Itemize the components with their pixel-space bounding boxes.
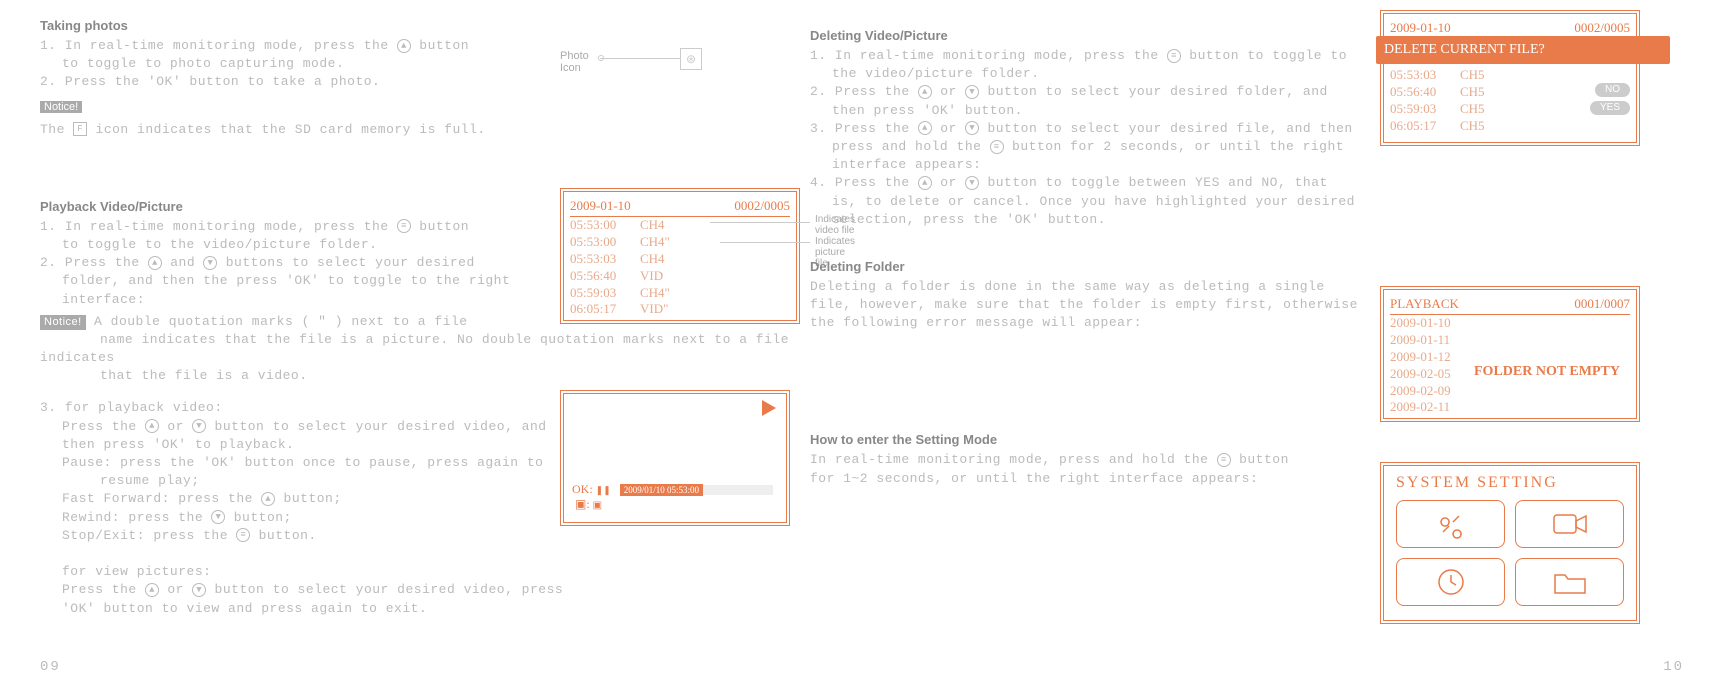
right-page: Deleting Video/Picture 1. In real-time m… (810, 10, 1370, 488)
page-number-left: 09 (40, 659, 61, 675)
folder-row: 2009-01-10 (1390, 315, 1630, 332)
setting-mode-title: How to enter the Setting Mode (810, 432, 1370, 447)
deleting-folder-text: Deleting a folder is done in the same wa… (810, 278, 1370, 333)
file-row: 05:56:40VID (570, 268, 790, 285)
menu-icon: ≡ (1167, 49, 1181, 63)
sd-full-notice: The F icon indicates that the SD card me… (40, 121, 800, 139)
player-timestamp: 2009/01/10 05:53:00 (620, 484, 703, 496)
menu-icon: ≡ (236, 528, 250, 542)
deleting-folder-title: Deleting Folder (810, 259, 1370, 274)
file-row: 05:53:03CH5 (1390, 67, 1630, 84)
yes-button[interactable]: YES (1590, 101, 1630, 115)
screen-counter: 0002/0005 (1574, 20, 1630, 36)
progress-track (703, 485, 773, 495)
stop-icon: ▣ (593, 500, 602, 511)
taking-photos-title: Taking photos (40, 18, 800, 33)
photo-icon-label: PhotoIcon (560, 50, 589, 74)
screen-date: 2009-01-10 (1390, 20, 1451, 36)
folder-icon[interactable] (1515, 558, 1624, 606)
f-icon: F (73, 122, 87, 136)
folder-row: 2009-01-11 (1390, 332, 1630, 349)
playback-file-list-screen: 2009-01-10 0002/0005 05:53:00CH4 05:53:0… (560, 188, 800, 324)
up-icon: ▲ (918, 121, 932, 135)
down-icon: ▼ (965, 85, 979, 99)
menu-icon: ≡ (397, 219, 411, 233)
photo-icon-leader (600, 58, 680, 59)
folder-not-empty-error: FOLDER NOT EMPTY (1474, 364, 1620, 380)
deleting-step2: 2. Press the ▲ or ▼ button to select you… (810, 83, 1370, 119)
delete-confirm-screen: 2009-01-10 0002/0005 05:53:03CH5 05:56:4… (1380, 10, 1640, 146)
clock-icon[interactable] (1396, 558, 1505, 606)
down-icon: ▼ (965, 176, 979, 190)
up-icon: ▲ (397, 39, 411, 53)
system-setting-screen: SYSTEM SETTING (1380, 462, 1640, 624)
down-icon: ▼ (192, 583, 206, 597)
camera-icon[interactable] (1515, 500, 1624, 548)
down-icon: ▼ (965, 121, 979, 135)
up-icon: ▲ (145, 583, 159, 597)
setting-mode-text: In real-time monitoring mode, press and … (810, 451, 1370, 487)
deleting-step4: 4. Press the ▲ or ▼ button to toggle bet… (810, 174, 1370, 229)
tools-icon[interactable] (1396, 500, 1505, 548)
camera-icon: ⊛ (680, 48, 702, 70)
page-number-right: 10 (1663, 659, 1684, 675)
file-row: 05:53:03CH4 (570, 251, 790, 268)
up-icon: ▲ (918, 85, 932, 99)
callout-line (710, 222, 810, 223)
no-button[interactable]: NO (1595, 83, 1630, 97)
screen-date: 2009-01-10 (570, 198, 631, 214)
delete-banner: DELETE CURRENT FILE? (1376, 36, 1670, 64)
system-setting-title: SYSTEM SETTING (1396, 474, 1624, 492)
notice-badge: Notice! (40, 315, 86, 330)
taking-photos-step2: 2. Press the 'OK' button to take a photo… (40, 73, 800, 91)
file-row: 06:05:17VID" (570, 301, 790, 318)
illustrations-column: 2009-01-10 0002/0005 05:53:03CH5 05:56:4… (1380, 10, 1700, 624)
playback-header: PLAYBACK (1390, 296, 1459, 312)
file-row: 05:59:03CH4" (570, 285, 790, 302)
folder-list-screen: PLAYBACK 0001/0007 2009-01-10 2009-01-11… (1380, 286, 1640, 422)
file-row: 06:05:17CH5 (1390, 118, 1630, 135)
up-icon: ▲ (261, 492, 275, 506)
exit-icon: ▣: (575, 497, 590, 511)
down-icon: ▼ (211, 510, 225, 524)
down-icon: ▼ (192, 419, 206, 433)
menu-icon: ≡ (990, 140, 1004, 154)
up-icon: ▲ (148, 256, 162, 270)
deleting-step3: 3. Press the ▲ or ▼ button to select you… (810, 120, 1370, 175)
pause-icon: ❚❚ (596, 485, 611, 495)
up-icon: ▲ (145, 419, 159, 433)
deleting-file-title: Deleting Video/Picture (810, 28, 1370, 43)
file-row: 05:53:00CH4 (570, 217, 790, 234)
playback-counter: 0001/0007 (1574, 296, 1630, 312)
folder-row: 2009-02-09 (1390, 383, 1630, 400)
play-icon (762, 400, 776, 416)
folder-row: 2009-02-11 (1390, 399, 1630, 416)
menu-icon: ≡ (1217, 453, 1231, 467)
screen-counter: 0002/0005 (734, 198, 790, 214)
deleting-step1: 1. In real-time monitoring mode, press t… (810, 47, 1370, 83)
up-icon: ▲ (918, 176, 932, 190)
notice-badge: Notice! (40, 101, 82, 113)
callout-line (720, 242, 810, 243)
video-player-screen: OK: ❚❚ 2009/01/10 05:53:00 ▣: ▣ (560, 390, 790, 540)
ok-label: OK: (572, 482, 593, 496)
down-icon: ▼ (203, 256, 217, 270)
